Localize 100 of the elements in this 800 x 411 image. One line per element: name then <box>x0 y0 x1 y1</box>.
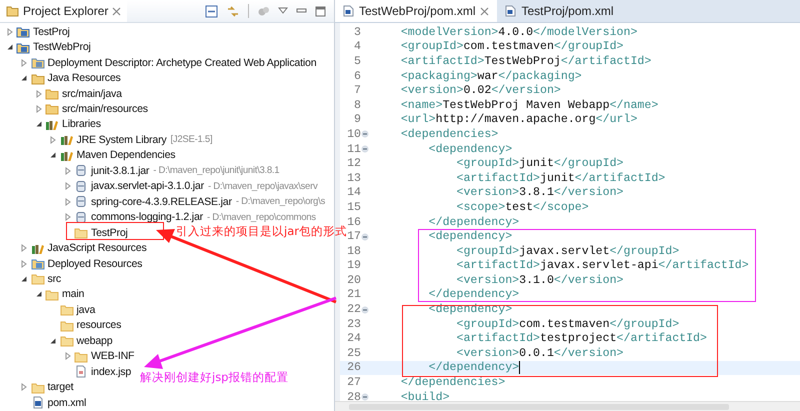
collapsed-arrow-icon[interactable] <box>34 104 42 113</box>
folder-icon <box>30 380 44 394</box>
tree-item[interactable]: src/main/resources <box>62 102 148 115</box>
folder-icon <box>30 72 44 85</box>
code-line: <dependency> <box>428 142 512 156</box>
fold-icon[interactable] <box>361 393 369 402</box>
line-number: 25 <box>346 346 361 360</box>
file-icon <box>343 5 354 17</box>
code-line: <groupId>com.testmaven</groupId> <box>456 318 680 331</box>
tree-item[interactable]: JavaScript Resources <box>48 242 147 254</box>
folder-icon <box>60 318 74 332</box>
line-number: 9 <box>353 113 361 126</box>
tree-item[interactable]: Libraries <box>62 118 101 130</box>
tree-item[interactable]: main <box>62 288 84 300</box>
tree-item[interactable]: junit-3.8.1.jar <box>91 164 150 177</box>
line-number: 18 <box>346 244 361 258</box>
tree-item[interactable]: TestWebProj <box>33 41 91 54</box>
code-line: <dependency> <box>428 230 512 244</box>
collapsed-arrow-icon[interactable] <box>20 244 28 252</box>
expanded-arrow-icon[interactable] <box>20 74 28 82</box>
scrollbar[interactable] <box>335 401 800 411</box>
line-number: 8 <box>353 98 361 112</box>
tree-item[interactable]: resources <box>76 319 122 332</box>
line-number: 26 <box>346 361 361 374</box>
expanded-arrow-icon[interactable] <box>20 274 28 283</box>
tree-item[interactable]: webapp <box>76 334 112 347</box>
code-line: <groupId>com.testmaven</groupId> <box>400 40 624 54</box>
collapsed-arrow-icon[interactable] <box>6 28 14 36</box>
code-line: <groupId>junit</groupId> <box>456 157 624 170</box>
line-number: 4 <box>353 40 361 54</box>
fold-icon[interactable] <box>361 130 369 138</box>
collapsed-arrow-icon[interactable] <box>20 58 28 67</box>
tree-item[interactable]: Deployment Descriptor: Archetype Created Web Application <box>48 56 316 69</box>
tree-item[interactable]: JRE System Library <box>76 134 167 146</box>
expanded-arrow-icon[interactable] <box>34 290 42 298</box>
expanded-arrow-icon[interactable] <box>6 43 14 52</box>
view-title: Project Explorer <box>23 4 108 18</box>
expanded-arrow-icon[interactable] <box>49 151 57 160</box>
code-line: <version>0.0.1</version> <box>456 346 624 360</box>
fold-icon[interactable] <box>361 232 369 241</box>
tree-item[interactable]: Deployed Resources <box>48 258 142 270</box>
tree-item[interactable]: src/main/java <box>62 88 122 100</box>
text-cursor <box>519 361 520 374</box>
code-line: <version>3.1.0</version> <box>456 274 624 287</box>
folder-icon <box>30 257 44 270</box>
books-icon <box>60 133 74 146</box>
line-number: 7 <box>353 84 361 98</box>
tree-item[interactable]: target <box>48 381 74 394</box>
collapsed-arrow-icon[interactable] <box>64 352 72 360</box>
tree-item[interactable]: WEB-INF <box>91 350 134 362</box>
folder-icon <box>45 87 59 100</box>
collapsed-arrow-icon[interactable] <box>20 383 28 392</box>
line-number: 3 <box>353 26 361 39</box>
close-icon[interactable] <box>112 6 122 16</box>
collapsed-arrow-icon[interactable] <box>34 90 42 98</box>
tree-item[interactable]: index.jsp <box>91 366 132 378</box>
tree-item[interactable]: src <box>48 272 62 285</box>
line-number: 6 <box>353 70 361 83</box>
tree-item[interactable]: TestProj <box>33 26 70 38</box>
collapsed-arrow-icon[interactable] <box>20 260 28 268</box>
view-menu-icon[interactable] <box>278 7 288 15</box>
tree-item[interactable]: javax.servlet-api-3.1.0.jar <box>91 180 204 192</box>
collapse-all-icon[interactable] <box>205 4 218 18</box>
maximize-icon[interactable] <box>315 6 326 16</box>
code-line: <version>3.8.1</version> <box>456 186 624 200</box>
editor-tab[interactable]: TestWebProj/pom.xml <box>335 0 498 22</box>
folder-icon <box>74 226 88 240</box>
tree-item[interactable]: spring-core-4.3.9.RELEASE.jar <box>91 196 232 208</box>
filter-icon[interactable] <box>257 4 270 18</box>
code-line: </dependency> <box>428 216 520 229</box>
line-number: 21 <box>346 288 361 302</box>
fold-icon[interactable] <box>361 306 369 314</box>
code-line: <dependencies> <box>400 128 498 141</box>
expanded-arrow-icon[interactable] <box>49 336 57 345</box>
collapsed-arrow-icon[interactable] <box>49 136 57 144</box>
line-number: 11 <box>346 142 361 156</box>
collapsed-arrow-icon[interactable] <box>64 182 72 190</box>
folder-icon <box>6 5 19 17</box>
code-line: <url>http://maven.apache.org</url> <box>400 113 638 126</box>
editor-tab[interactable]: TestProj/pom.xml <box>497 0 622 22</box>
code-line: <dependency> <box>428 303 512 316</box>
link-icon[interactable] <box>226 4 240 18</box>
tree-item[interactable]: Java Resources <box>48 72 121 84</box>
code-line: <version>0.02</version> <box>400 84 561 98</box>
code-line: <scope>test</scope> <box>456 200 589 214</box>
collapsed-arrow-icon[interactable] <box>64 213 72 222</box>
tree-item[interactable]: commons-logging-1.2.jar <box>91 211 203 224</box>
code-line: <artifactId>javax.servlet-api</artifactId> <box>456 259 749 272</box>
tree-item[interactable]: Maven Dependencies <box>76 149 176 162</box>
code-line: <artifactId>TestWebProj</artifactId> <box>400 54 652 68</box>
folder-icon <box>30 56 44 70</box>
tree-item[interactable]: TestProj <box>91 226 128 239</box>
annotation-label: 引入过来的项目是以jar包的形式 <box>176 224 347 239</box>
tree-item[interactable]: pom.xml <box>48 396 86 409</box>
close-icon[interactable] <box>480 6 490 16</box>
collapsed-arrow-icon[interactable] <box>64 198 72 206</box>
collapsed-arrow-icon[interactable] <box>64 166 72 175</box>
expanded-arrow-icon[interactable] <box>34 120 42 128</box>
fold-icon[interactable] <box>361 145 369 154</box>
tree-item[interactable]: java <box>76 304 96 316</box>
